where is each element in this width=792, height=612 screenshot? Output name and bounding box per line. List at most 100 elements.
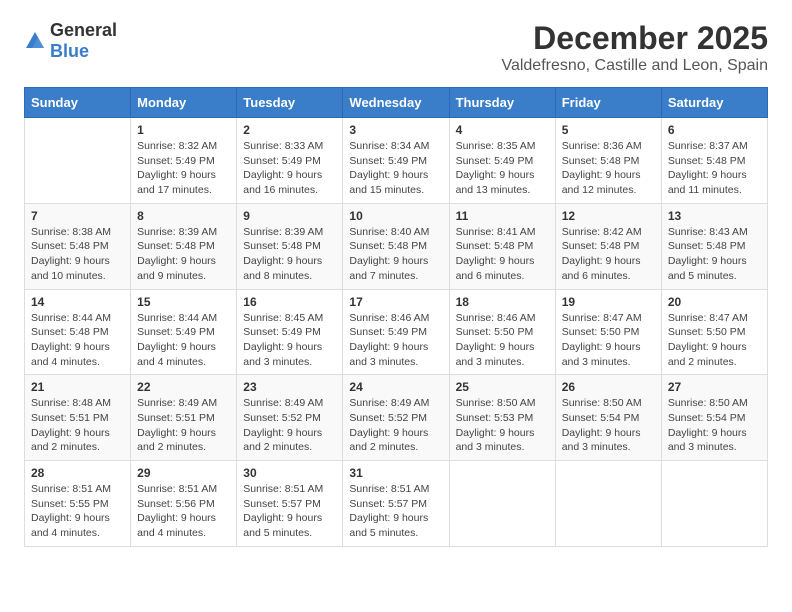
day-info: Sunrise: 8:37 AM Sunset: 5:48 PM Dayligh… bbox=[668, 139, 761, 198]
day-cell: 23Sunrise: 8:49 AM Sunset: 5:52 PM Dayli… bbox=[237, 375, 343, 461]
day-number: 30 bbox=[243, 466, 336, 480]
day-number: 7 bbox=[31, 209, 124, 223]
header: General Blue December 2025 Valdefresno, … bbox=[24, 20, 768, 75]
day-info: Sunrise: 8:47 AM Sunset: 5:50 PM Dayligh… bbox=[562, 311, 655, 370]
logo-general: General bbox=[50, 20, 117, 40]
day-number: 1 bbox=[137, 123, 230, 137]
day-info: Sunrise: 8:44 AM Sunset: 5:49 PM Dayligh… bbox=[137, 311, 230, 370]
week-row-3: 14 Sunrise: 8:44 AM Sunset: 5:48 PM Dayli… bbox=[25, 289, 768, 375]
day-info: Sunrise: 8:46 AM Sunset: 5:49 PM Dayligh… bbox=[349, 311, 442, 370]
day-number: 12 bbox=[562, 209, 655, 223]
day-cell: 4 Sunrise: 8:35 AM Sunset: 5:49 PM Daylig… bbox=[449, 118, 555, 204]
day-cell: 2 Sunrise: 8:33 AM Sunset: 5:49 PM Daylig… bbox=[237, 118, 343, 204]
column-header-wednesday: Wednesday bbox=[343, 88, 449, 118]
day-info: Sunrise: 8:36 AM Sunset: 5:48 PM Dayligh… bbox=[562, 139, 655, 198]
day-number: 5 bbox=[562, 123, 655, 137]
day-cell: 24 Sunrise: 8:49 AM Sunset: 5:52 PM Dayli… bbox=[343, 375, 449, 461]
title-area: December 2025 Valdefresno, Castille and … bbox=[501, 20, 768, 75]
day-number: 14 bbox=[31, 295, 124, 309]
day-number: 27 bbox=[668, 380, 761, 394]
day-cell: 10 Sunrise: 8:40 AM Sunset: 5:48 PM Dayli… bbox=[343, 203, 449, 289]
day-cell: 15 Sunrise: 8:44 AM Sunset: 5:49 PM Dayli… bbox=[131, 289, 237, 375]
day-info: Sunrise: 8:49 AM Sunset: 5:51 PM Dayligh… bbox=[137, 396, 230, 455]
day-number: 10 bbox=[349, 209, 442, 223]
logo-blue: Blue bbox=[50, 41, 89, 61]
day-cell: 5 Sunrise: 8:36 AM Sunset: 5:48 PM Daylig… bbox=[555, 118, 661, 204]
day-cell: 30 Sunrise: 8:51 AM Sunset: 5:57 PM Dayli… bbox=[237, 461, 343, 547]
day-cell: 11 Sunrise: 8:41 AM Sunset: 5:48 PM Dayli… bbox=[449, 203, 555, 289]
calendar-table: SundayMondayTuesdayWednesdayThursdayFrid… bbox=[24, 87, 768, 547]
day-cell bbox=[661, 461, 767, 547]
week-row-2: 7Sunrise: 8:38 AM Sunset: 5:48 PM Daylig… bbox=[25, 203, 768, 289]
day-cell: 20 Sunrise: 8:47 AM Sunset: 5:50 PM Dayli… bbox=[661, 289, 767, 375]
day-info: Sunrise: 8:45 AM Sunset: 5:49 PM Dayligh… bbox=[243, 311, 336, 370]
day-cell: 14 Sunrise: 8:44 AM Sunset: 5:48 PM Dayli… bbox=[25, 289, 131, 375]
day-info: Sunrise: 8:39 AM Sunset: 5:48 PM Dayligh… bbox=[137, 225, 230, 284]
day-number: 6 bbox=[668, 123, 761, 137]
day-number: 26 bbox=[562, 380, 655, 394]
day-cell: 28 Sunrise: 8:51 AM Sunset: 5:55 PM Dayli… bbox=[25, 461, 131, 547]
day-number: 13 bbox=[668, 209, 761, 223]
column-header-tuesday: Tuesday bbox=[237, 88, 343, 118]
day-cell: 3Sunrise: 8:34 AM Sunset: 5:49 PM Daylig… bbox=[343, 118, 449, 204]
subtitle: Valdefresno, Castille and Leon, Spain bbox=[501, 57, 768, 75]
day-info: Sunrise: 8:44 AM Sunset: 5:48 PM Dayligh… bbox=[31, 311, 124, 370]
day-cell: 1Sunrise: 8:32 AM Sunset: 5:49 PM Daylig… bbox=[131, 118, 237, 204]
day-info: Sunrise: 8:40 AM Sunset: 5:48 PM Dayligh… bbox=[349, 225, 442, 284]
day-cell: 7Sunrise: 8:38 AM Sunset: 5:48 PM Daylig… bbox=[25, 203, 131, 289]
day-info: Sunrise: 8:50 AM Sunset: 5:54 PM Dayligh… bbox=[668, 396, 761, 455]
day-cell: 8 Sunrise: 8:39 AM Sunset: 5:48 PM Daylig… bbox=[131, 203, 237, 289]
day-number: 8 bbox=[137, 209, 230, 223]
logo-icon bbox=[24, 30, 46, 52]
day-cell: 31 Sunrise: 8:51 AM Sunset: 5:57 PM Dayli… bbox=[343, 461, 449, 547]
day-info: Sunrise: 8:49 AM Sunset: 5:52 PM Dayligh… bbox=[243, 396, 336, 455]
day-cell: 12 Sunrise: 8:42 AM Sunset: 5:48 PM Dayli… bbox=[555, 203, 661, 289]
day-info: Sunrise: 8:47 AM Sunset: 5:50 PM Dayligh… bbox=[668, 311, 761, 370]
day-number: 16 bbox=[243, 295, 336, 309]
column-header-monday: Monday bbox=[131, 88, 237, 118]
day-info: Sunrise: 8:33 AM Sunset: 5:49 PM Dayligh… bbox=[243, 139, 336, 198]
day-number: 19 bbox=[562, 295, 655, 309]
column-header-sunday: Sunday bbox=[25, 88, 131, 118]
day-info: Sunrise: 8:51 AM Sunset: 5:56 PM Dayligh… bbox=[137, 482, 230, 541]
day-number: 29 bbox=[137, 466, 230, 480]
day-info: Sunrise: 8:51 AM Sunset: 5:57 PM Dayligh… bbox=[349, 482, 442, 541]
day-number: 15 bbox=[137, 295, 230, 309]
main-title: December 2025 bbox=[501, 20, 768, 57]
day-number: 17 bbox=[349, 295, 442, 309]
day-info: Sunrise: 8:51 AM Sunset: 5:57 PM Dayligh… bbox=[243, 482, 336, 541]
column-header-saturday: Saturday bbox=[661, 88, 767, 118]
day-number: 25 bbox=[456, 380, 549, 394]
day-cell: 27 Sunrise: 8:50 AM Sunset: 5:54 PM Dayli… bbox=[661, 375, 767, 461]
day-info: Sunrise: 8:43 AM Sunset: 5:48 PM Dayligh… bbox=[668, 225, 761, 284]
day-number: 11 bbox=[456, 209, 549, 223]
day-number: 21 bbox=[31, 380, 124, 394]
day-cell: 16 Sunrise: 8:45 AM Sunset: 5:49 PM Dayli… bbox=[237, 289, 343, 375]
week-row-1: 1Sunrise: 8:32 AM Sunset: 5:49 PM Daylig… bbox=[25, 118, 768, 204]
column-headers: SundayMondayTuesdayWednesdayThursdayFrid… bbox=[25, 88, 768, 118]
day-cell: 9Sunrise: 8:39 AM Sunset: 5:48 PM Daylig… bbox=[237, 203, 343, 289]
day-number: 28 bbox=[31, 466, 124, 480]
day-info: Sunrise: 8:50 AM Sunset: 5:53 PM Dayligh… bbox=[456, 396, 549, 455]
day-cell bbox=[449, 461, 555, 547]
day-info: Sunrise: 8:51 AM Sunset: 5:55 PM Dayligh… bbox=[31, 482, 124, 541]
day-number: 31 bbox=[349, 466, 442, 480]
day-cell bbox=[25, 118, 131, 204]
day-number: 24 bbox=[349, 380, 442, 394]
column-header-thursday: Thursday bbox=[449, 88, 555, 118]
day-number: 20 bbox=[668, 295, 761, 309]
column-header-friday: Friday bbox=[555, 88, 661, 118]
day-cell: 18 Sunrise: 8:46 AM Sunset: 5:50 PM Dayli… bbox=[449, 289, 555, 375]
day-number: 4 bbox=[456, 123, 549, 137]
day-info: Sunrise: 8:49 AM Sunset: 5:52 PM Dayligh… bbox=[349, 396, 442, 455]
day-info: Sunrise: 8:46 AM Sunset: 5:50 PM Dayligh… bbox=[456, 311, 549, 370]
week-row-5: 28 Sunrise: 8:51 AM Sunset: 5:55 PM Dayli… bbox=[25, 461, 768, 547]
day-info: Sunrise: 8:41 AM Sunset: 5:48 PM Dayligh… bbox=[456, 225, 549, 284]
day-number: 18 bbox=[456, 295, 549, 309]
day-info: Sunrise: 8:42 AM Sunset: 5:48 PM Dayligh… bbox=[562, 225, 655, 284]
day-number: 9 bbox=[243, 209, 336, 223]
day-number: 22 bbox=[137, 380, 230, 394]
day-cell: 22 Sunrise: 8:49 AM Sunset: 5:51 PM Dayli… bbox=[131, 375, 237, 461]
day-info: Sunrise: 8:35 AM Sunset: 5:49 PM Dayligh… bbox=[456, 139, 549, 198]
day-number: 2 bbox=[243, 123, 336, 137]
